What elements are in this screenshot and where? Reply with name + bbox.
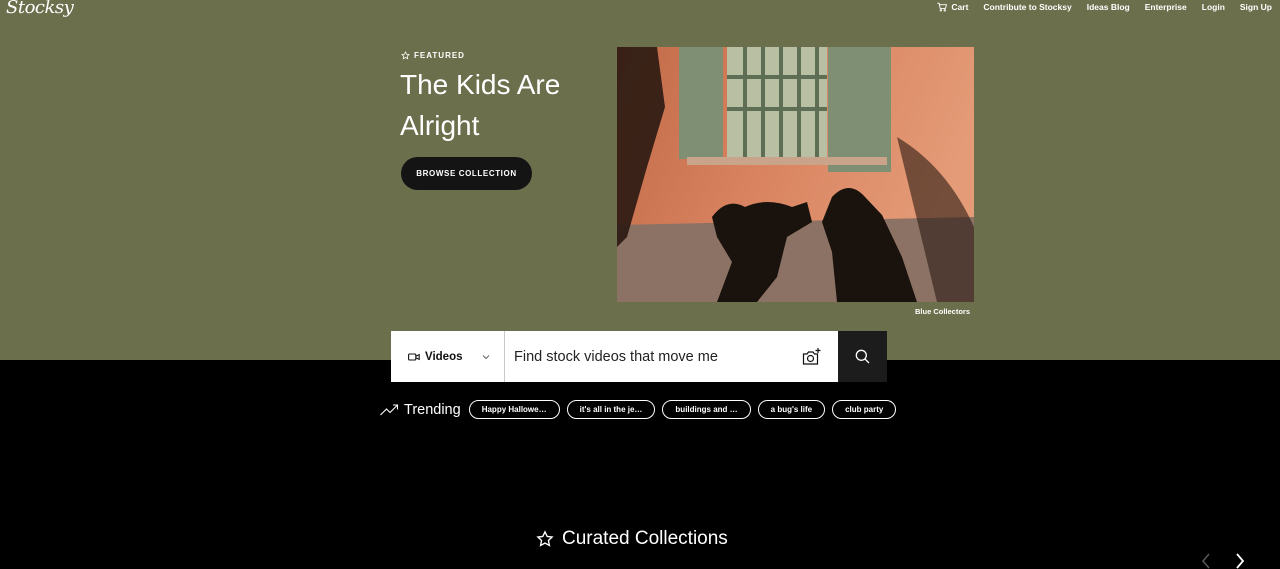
hero-title: The Kids Are Alright (400, 69, 561, 141)
star-icon (536, 530, 554, 547)
top-nav: Cart Contribute to Stocksy Ideas Blog En… (937, 2, 1272, 12)
cart-icon (937, 2, 948, 12)
hero-section: Stocksy Cart Contribute to Stocksy Ideas… (0, 0, 1280, 360)
featured-label: FEATURED (401, 51, 465, 60)
nav-login[interactable]: Login (1202, 2, 1225, 12)
nav-ideas-blog[interactable]: Ideas Blog (1087, 2, 1130, 12)
nav-enterprise[interactable]: Enterprise (1145, 2, 1187, 12)
search-icon (855, 349, 870, 364)
image-credit[interactable]: Blue Collectors (915, 307, 970, 316)
chevron-left-icon (1201, 553, 1210, 569)
nav-sign-up[interactable]: Sign Up (1240, 2, 1272, 12)
search-bar: Videos (391, 331, 887, 382)
chevron-down-icon (482, 354, 489, 359)
trending-chip[interactable]: it's all in the je… (566, 400, 656, 419)
visual-search-button[interactable] (786, 331, 838, 382)
media-type-select[interactable]: Videos (391, 331, 505, 382)
search-button[interactable] (838, 331, 887, 382)
stocksy-logo[interactable]: Stocksy (6, 0, 74, 18)
chevron-right-icon (1236, 553, 1245, 569)
star-icon (401, 51, 410, 60)
video-camera-icon (408, 352, 420, 361)
trending-chip[interactable]: a bug's life (757, 400, 826, 419)
browse-collection-button[interactable]: BROWSE COLLECTION (401, 157, 532, 190)
carousel-next-button[interactable] (1234, 553, 1246, 569)
search-input[interactable] (505, 331, 786, 382)
trending-up-icon (380, 403, 399, 415)
trending-chip[interactable]: buildings and … (662, 400, 751, 419)
trending-chip[interactable]: Happy Hallowe… (468, 400, 560, 419)
hero-image[interactable] (617, 47, 974, 302)
trending-row: Trending Happy Hallowe… it's all in the … (380, 400, 903, 419)
camera-plus-icon (802, 347, 821, 365)
carousel-prev-button[interactable] (1200, 553, 1212, 569)
nav-cart[interactable]: Cart (937, 2, 968, 12)
curated-collections-heading: Curated Collections (536, 528, 728, 550)
media-type-value: Videos (425, 350, 463, 363)
trending-label: Trending (380, 402, 461, 418)
nav-contribute[interactable]: Contribute to Stocksy (983, 2, 1071, 12)
trending-chip[interactable]: club party (832, 400, 897, 419)
